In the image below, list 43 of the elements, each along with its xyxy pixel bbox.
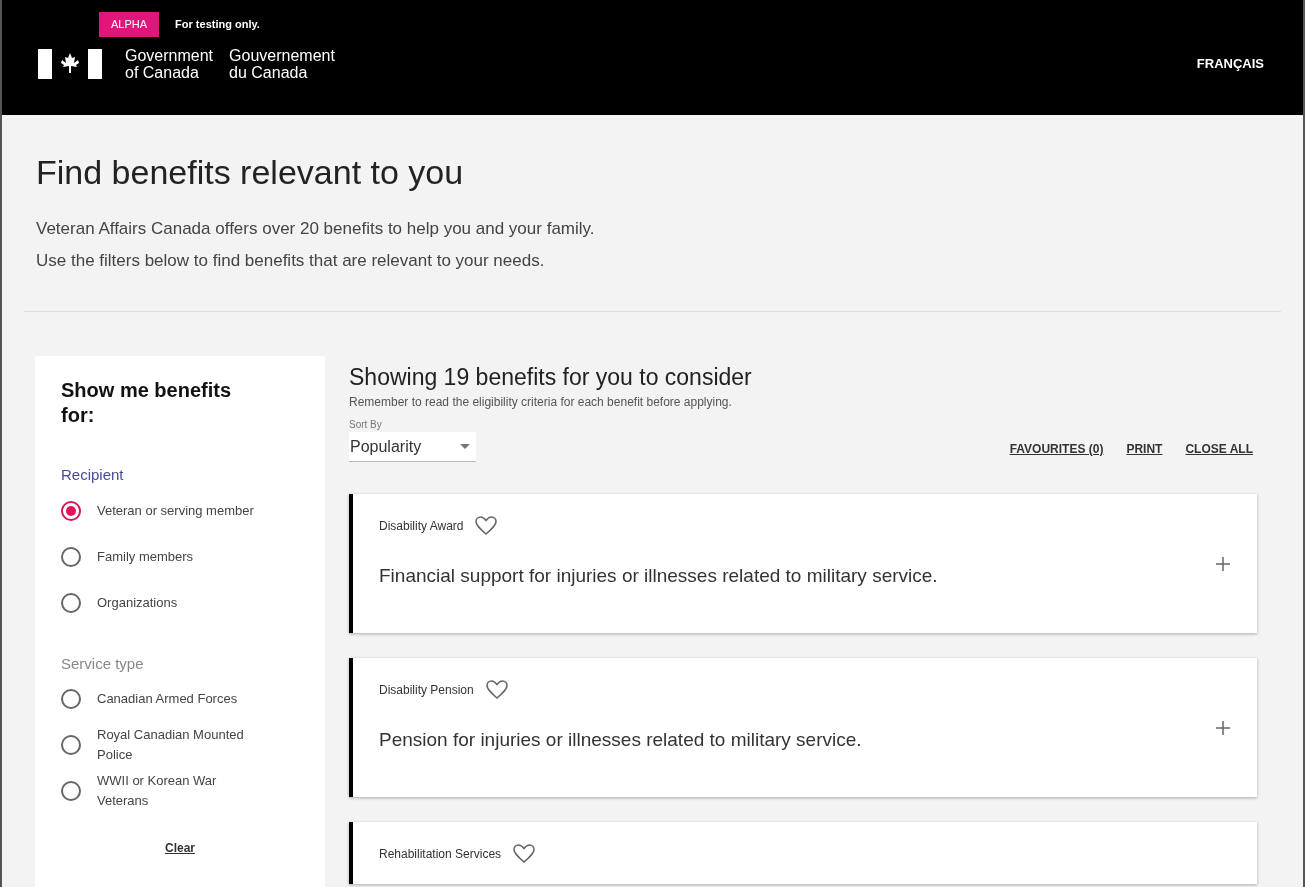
filter-group-title: Service type xyxy=(61,653,145,674)
government-name-french: Gouvernement du Canada xyxy=(229,46,335,81)
radio-button[interactable] xyxy=(61,689,81,709)
filter-group-title: Recipient xyxy=(61,465,125,485)
radio-button[interactable] xyxy=(61,592,81,613)
heart-icon[interactable] xyxy=(475,516,498,536)
benefit-name: Disability Award xyxy=(379,518,464,535)
results-subtitle: Remember to read the eligibility criteria for each benefit before applying. xyxy=(349,394,733,411)
canada-flag-icon xyxy=(38,48,102,79)
radio-button[interactable] xyxy=(61,546,81,567)
benefit-description: Pension for injuries or illnesses related to military service. xyxy=(379,728,863,752)
filter-title: Show me benefits for: xyxy=(61,378,233,428)
government-name-english: Government of Canada xyxy=(125,46,214,81)
expand-icon[interactable] xyxy=(1215,720,1231,736)
action-link[interactable]: FAVOURITES (0) xyxy=(1009,440,1104,458)
intro-text: Use the filters below to find benefits that are relevant to your needs. xyxy=(36,250,546,272)
radio-label: Organizations xyxy=(97,593,179,612)
radio-label: Royal Canadian Mounted Police xyxy=(97,726,245,764)
testing-note: For testing only. xyxy=(175,17,260,32)
benefit-name: Disability Pension xyxy=(379,682,474,699)
sort-dropdown[interactable]: Popularity xyxy=(349,432,476,462)
dropdown-caret-icon xyxy=(460,444,470,449)
radio-label: Veteran or serving member xyxy=(97,501,255,520)
page-title: Find benefits relevant to you xyxy=(36,152,465,193)
alpha-badge: ALPHA xyxy=(99,12,160,37)
heart-icon[interactable] xyxy=(513,844,536,864)
results-title: Showing 19 benefits for you to consider xyxy=(349,363,753,391)
benefit-description: Financial support for injuries or illnesses related to military service. xyxy=(379,564,939,588)
expand-icon[interactable] xyxy=(1215,556,1231,572)
action-link[interactable]: PRINT xyxy=(1126,440,1163,458)
radio-label: Family members xyxy=(97,547,195,566)
radio-button[interactable] xyxy=(61,735,81,755)
action-link[interactable]: CLOSE ALL xyxy=(1185,440,1253,458)
radio-label: Canadian Armed Forces xyxy=(97,690,239,708)
language-link[interactable]: FRANÇAIS xyxy=(1196,53,1264,74)
radio-label: WWII or Korean War Veterans xyxy=(97,772,218,810)
intro-text: Veteran Affairs Canada offers over 20 benefits to help you and your family. xyxy=(36,218,596,240)
benefit-name: Rehabilitation Services xyxy=(379,846,502,863)
radio-button[interactable] xyxy=(61,500,81,521)
clear-link[interactable]: Clear xyxy=(165,841,195,855)
sort-label: Sort By xyxy=(349,418,383,432)
heart-icon[interactable] xyxy=(485,680,508,700)
radio-button[interactable] xyxy=(61,781,81,801)
